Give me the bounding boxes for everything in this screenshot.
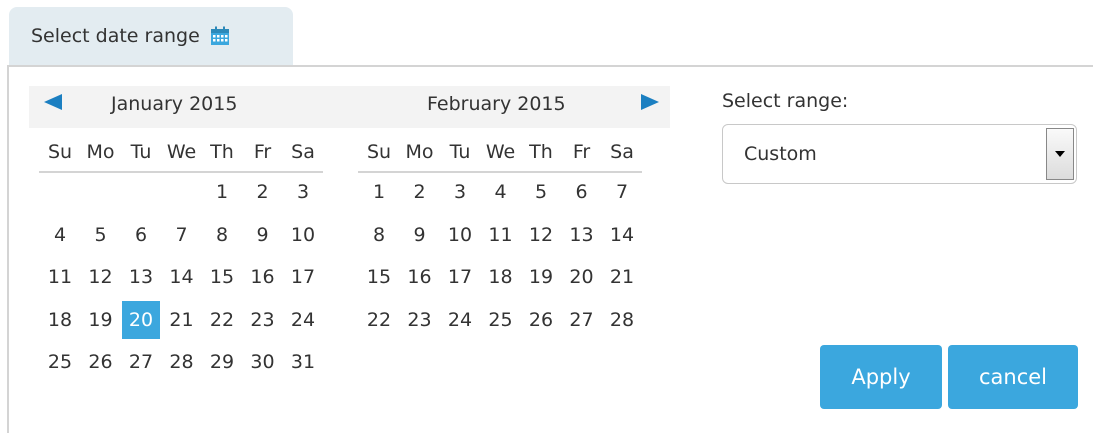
apply-button[interactable]: Apply: [820, 345, 942, 409]
day-cell[interactable]: 26: [82, 343, 120, 381]
day-cell[interactable]: 19: [82, 301, 120, 339]
date-range-trigger[interactable]: Select date range: [9, 7, 293, 65]
day-cell[interactable]: 22: [203, 301, 241, 339]
weekday-header: Fr: [253, 141, 272, 163]
day-cell[interactable]: 5: [82, 216, 120, 254]
weekday-header: Sa: [291, 141, 315, 163]
day-cell[interactable]: 24: [441, 301, 479, 339]
weekday-header: Sa: [610, 141, 634, 163]
day-cell[interactable]: 16: [244, 258, 282, 296]
month-title-february: February 2015: [427, 93, 566, 115]
day-cell[interactable]: 16: [401, 258, 439, 296]
day-cell[interactable]: 21: [603, 258, 641, 296]
day-cell[interactable]: 6: [563, 173, 601, 211]
day-cell[interactable]: 9: [401, 216, 439, 254]
day-cell[interactable]: 28: [163, 343, 201, 381]
day-cell[interactable]: 2: [244, 173, 282, 211]
day-cell[interactable]: 10: [441, 216, 479, 254]
range-select-value: Custom: [744, 143, 817, 165]
day-cell[interactable]: 17: [284, 258, 322, 296]
day-cell[interactable]: 28: [603, 301, 641, 339]
day-cell[interactable]: 4: [41, 216, 79, 254]
day-cell[interactable]: 20: [563, 258, 601, 296]
day-cell[interactable]: 27: [122, 343, 160, 381]
chevron-down-icon[interactable]: [1046, 128, 1074, 180]
calendar-icon: [210, 26, 230, 46]
month-title-january: January 2015: [111, 93, 238, 115]
arrow-right-icon[interactable]: [639, 94, 659, 114]
day-cell[interactable]: 10: [284, 216, 322, 254]
day-cell[interactable]: 25: [41, 343, 79, 381]
day-cell[interactable]: 3: [441, 173, 479, 211]
weekday-header: Mo: [405, 141, 434, 163]
weekday-header: We: [166, 141, 197, 163]
day-cell[interactable]: 14: [603, 216, 641, 254]
day-cell[interactable]: 19: [522, 258, 560, 296]
day-cell[interactable]: 5: [522, 173, 560, 211]
day-cell[interactable]: 15: [203, 258, 241, 296]
weekday-header: Su: [366, 141, 392, 163]
day-cell[interactable]: 7: [163, 216, 201, 254]
day-cell[interactable]: 8: [360, 216, 398, 254]
day-cell[interactable]: 8: [203, 216, 241, 254]
day-cell[interactable]: 29: [203, 343, 241, 381]
day-cell[interactable]: 30: [244, 343, 282, 381]
arrow-left-icon[interactable]: [44, 94, 64, 114]
day-cell[interactable]: 9: [244, 216, 282, 254]
day-cell[interactable]: 18: [482, 258, 520, 296]
day-cell[interactable]: 12: [522, 216, 560, 254]
day-cell[interactable]: 2: [401, 173, 439, 211]
day-cell[interactable]: 13: [563, 216, 601, 254]
weekday-header: Tu: [449, 141, 471, 163]
day-cell[interactable]: 25: [482, 301, 520, 339]
day-cell[interactable]: 23: [401, 301, 439, 339]
day-cell[interactable]: 23: [244, 301, 282, 339]
day-cell[interactable]: 12: [82, 258, 120, 296]
day-cell[interactable]: 21: [163, 301, 201, 339]
day-cell[interactable]: 17: [441, 258, 479, 296]
day-cell[interactable]: 18: [41, 301, 79, 339]
day-cell[interactable]: 24: [284, 301, 322, 339]
date-range-trigger-label: Select date range: [31, 25, 200, 47]
day-cell[interactable]: 31: [284, 343, 322, 381]
weekday-header: Th: [529, 141, 553, 163]
day-cell[interactable]: 20: [122, 301, 160, 339]
cancel-button[interactable]: cancel: [948, 345, 1078, 409]
weekday-header: Su: [47, 141, 73, 163]
weekday-header: Mo: [86, 141, 115, 163]
day-cell[interactable]: 11: [41, 258, 79, 296]
day-cell[interactable]: 3: [284, 173, 322, 211]
day-cell[interactable]: 14: [163, 258, 201, 296]
day-cell[interactable]: 1: [360, 173, 398, 211]
weekday-header: We: [485, 141, 516, 163]
day-cell[interactable]: 4: [482, 173, 520, 211]
range-select[interactable]: Custom: [722, 124, 1077, 184]
day-cell[interactable]: 11: [482, 216, 520, 254]
weekday-header: Fr: [572, 141, 591, 163]
day-cell[interactable]: 13: [122, 258, 160, 296]
day-cell[interactable]: 15: [360, 258, 398, 296]
day-cell[interactable]: 26: [522, 301, 560, 339]
day-cell[interactable]: 27: [563, 301, 601, 339]
select-range-label: Select range:: [722, 90, 849, 112]
day-cell[interactable]: 22: [360, 301, 398, 339]
day-cell[interactable]: 7: [603, 173, 641, 211]
day-cell[interactable]: 1: [203, 173, 241, 211]
weekday-header: Th: [210, 141, 234, 163]
day-cell[interactable]: 6: [122, 216, 160, 254]
weekday-header: Tu: [130, 141, 152, 163]
